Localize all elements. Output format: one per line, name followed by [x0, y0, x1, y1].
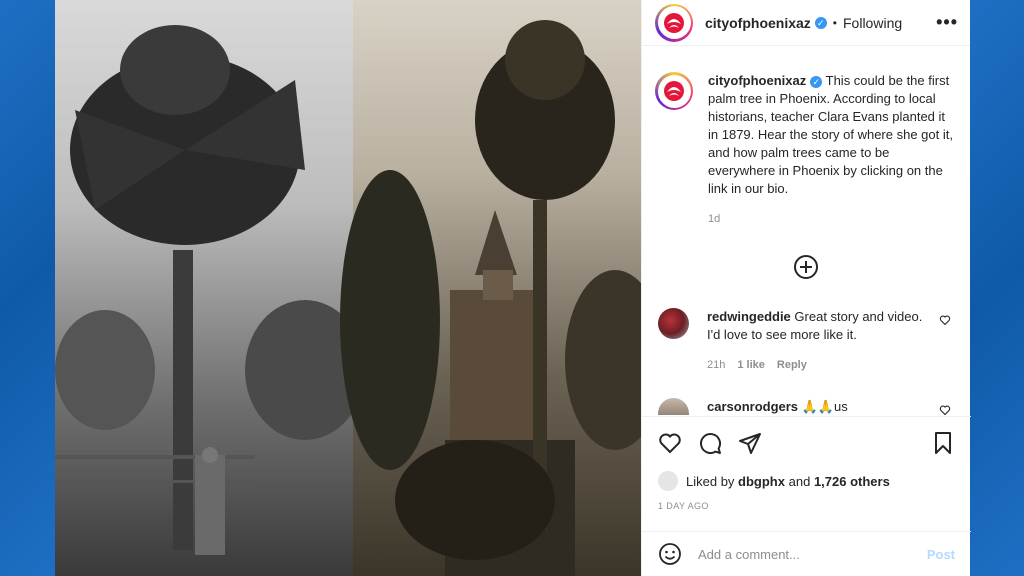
caption-text-block: cityofphoenixaz ✓ This could be the first… — [708, 72, 958, 228]
verified-badge-icon: ✓ — [810, 76, 823, 88]
comment-item: carsonrodgers 🙏🙏us — [658, 398, 963, 415]
likes-conj: and — [788, 473, 811, 489]
comment-reply-button[interactable]: Reply — [777, 359, 807, 371]
add-comment-bar: Post — [642, 531, 971, 576]
caption-time[interactable]: 1d — [708, 210, 958, 228]
caption-avatar[interactable] — [655, 72, 693, 110]
background-left — [0, 0, 55, 576]
comment-username[interactable]: redwingeddie — [707, 309, 791, 324]
post-image[interactable] — [55, 0, 641, 576]
heart-icon[interactable] — [939, 404, 951, 415]
comment-text: 🙏🙏us — [801, 399, 848, 414]
heart-icon[interactable] — [939, 314, 951, 326]
comment-username[interactable]: carsonrodgers — [707, 399, 798, 414]
likes-others[interactable]: 1,726 others — [814, 474, 890, 489]
comment-time[interactable]: 21h — [707, 359, 725, 371]
background-right — [970, 0, 1024, 576]
commenter-avatar[interactable] — [658, 398, 689, 415]
post-sidebar: cityofphoenixaz ✓ • Following ••• cityof… — [641, 0, 971, 576]
caption-username[interactable]: cityofphoenixaz — [708, 73, 806, 88]
likes-user[interactable]: dbgphx — [738, 474, 785, 489]
plus-circle-icon[interactable] — [794, 255, 818, 279]
post-button[interactable]: Post — [927, 547, 955, 562]
share-icon[interactable] — [738, 431, 762, 455]
likes-summary: Liked by dbgphx and 1,726 others — [642, 455, 971, 491]
more-options-button[interactable]: ••• — [936, 12, 958, 33]
comment-likes[interactable]: 1 like — [737, 359, 765, 371]
caption-text: This could be the first palm tree in Pho… — [708, 73, 953, 196]
header-separator: • — [832, 15, 837, 30]
photo-illustration — [55, 20, 641, 576]
post-date[interactable]: 1 DAY AGO — [642, 491, 971, 511]
comment-meta: 21h 1 like Reply — [707, 356, 927, 374]
comments-list[interactable]: redwingeddie Great story and video. I'd … — [642, 300, 971, 415]
phoenix-logo-icon — [664, 12, 684, 33]
following-button[interactable]: Following — [843, 15, 902, 31]
commenter-avatar[interactable] — [658, 308, 689, 339]
bookmark-icon[interactable] — [931, 431, 955, 455]
verified-badge-icon: ✓ — [814, 16, 827, 29]
likes-prefix: Liked by — [686, 473, 735, 489]
post-actions: Liked by dbgphx and 1,726 others 1 DAY A… — [642, 416, 971, 530]
comment-input[interactable] — [698, 546, 927, 562]
liker-avatar[interactable] — [658, 471, 678, 491]
heart-icon[interactable] — [658, 431, 682, 455]
post-header: cityofphoenixaz ✓ • Following ••• — [642, 0, 970, 46]
comment-icon[interactable] — [698, 431, 722, 455]
header-username[interactable]: cityofphoenixaz — [705, 15, 811, 31]
emoji-icon[interactable] — [658, 542, 682, 566]
caption: cityofphoenixaz ✓ This could be the first… — [642, 46, 970, 228]
profile-avatar[interactable] — [655, 3, 693, 42]
phoenix-logo-icon — [664, 81, 684, 101]
comment-item: redwingeddie Great story and video. I'd … — [658, 308, 963, 374]
